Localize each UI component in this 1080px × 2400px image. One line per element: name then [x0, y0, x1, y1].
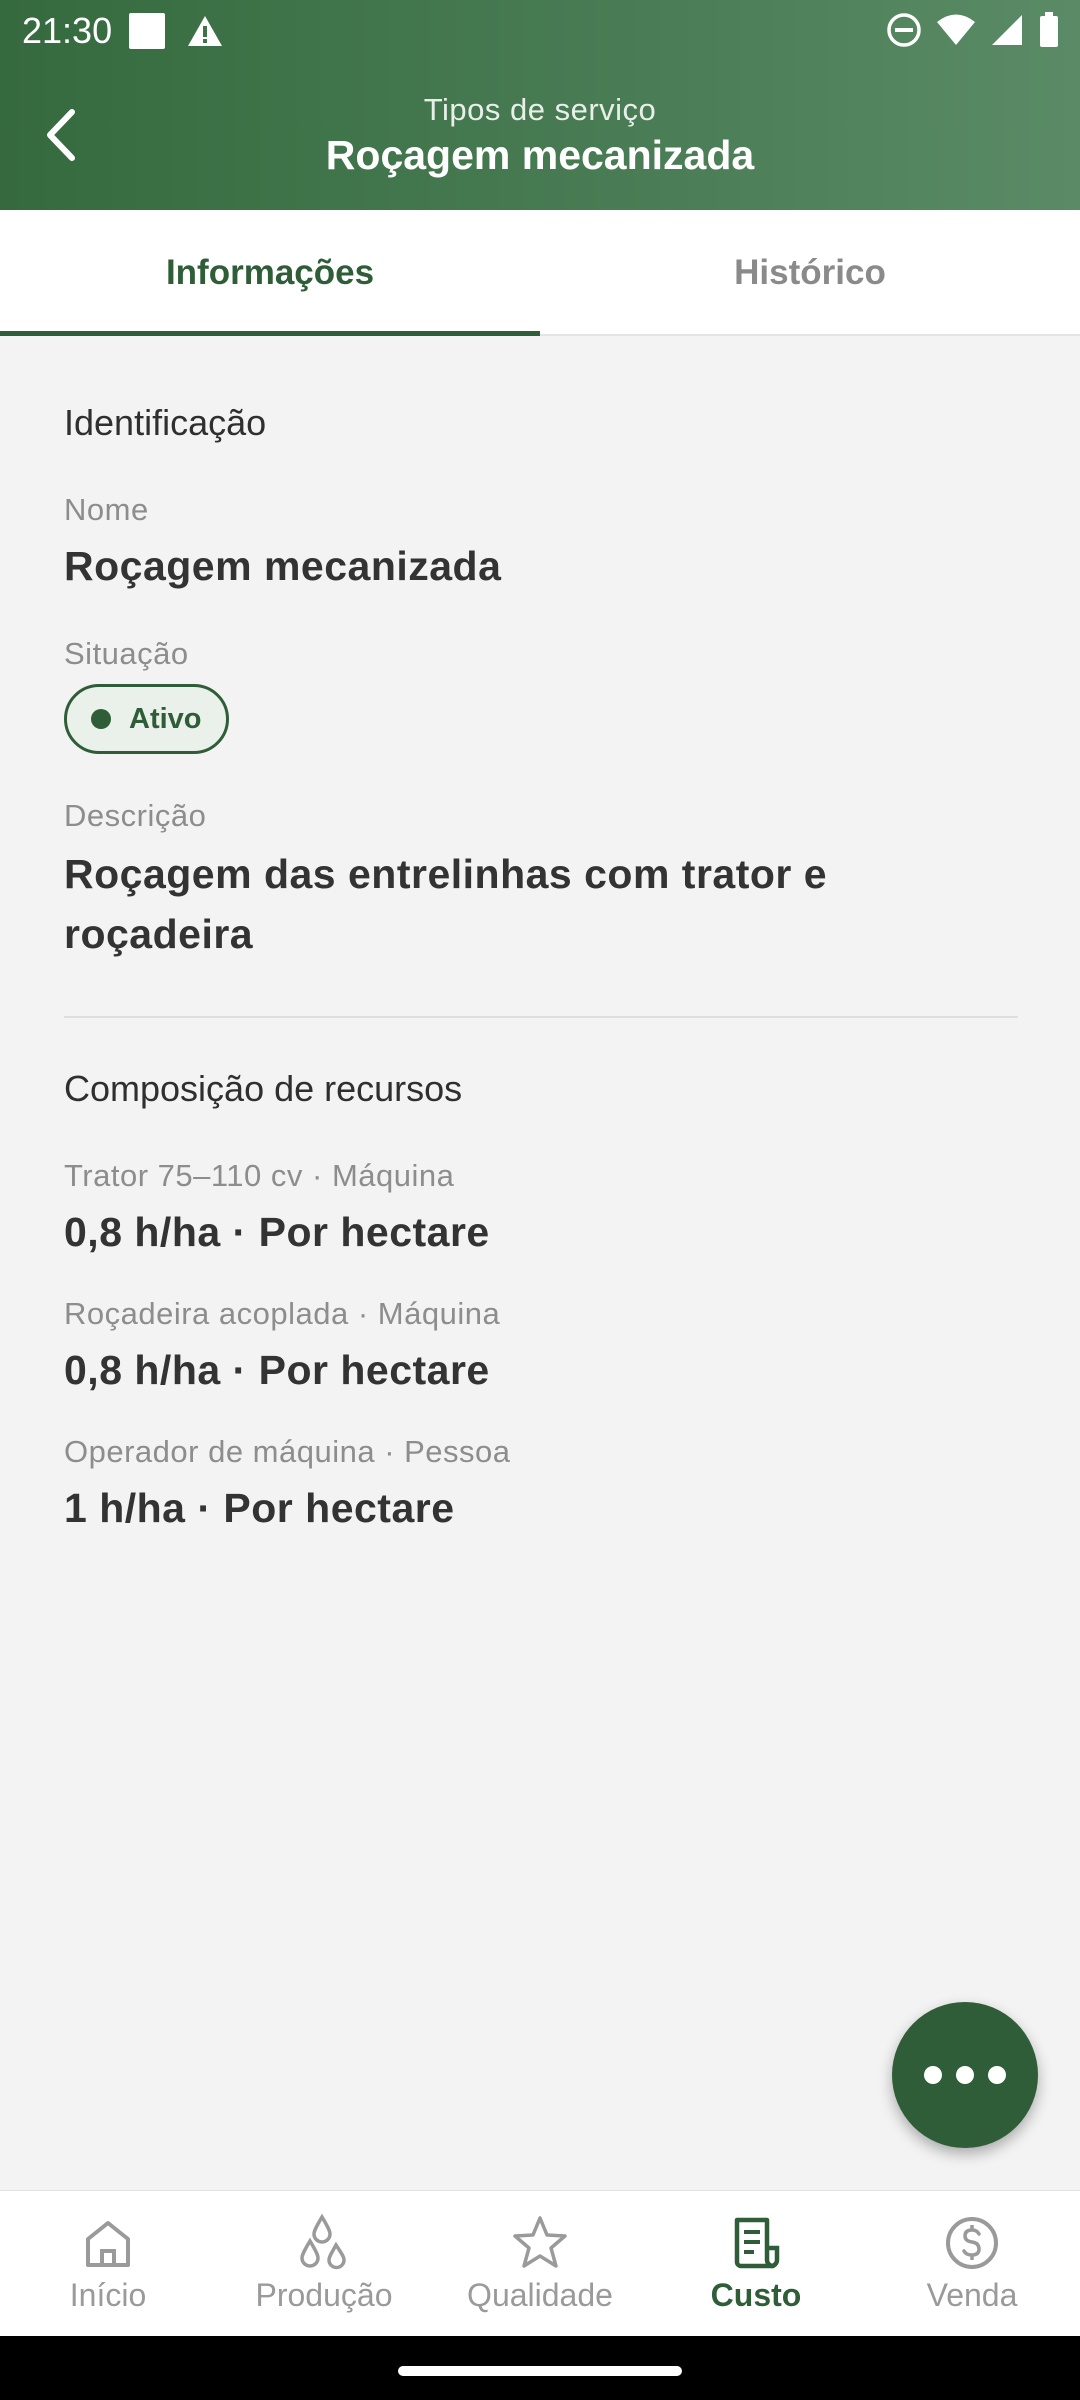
drops-icon: [294, 2211, 354, 2275]
resource-label: Operador de máquina · Pessoa: [64, 1434, 511, 1469]
section-divider: [64, 1016, 1018, 1018]
more-dots-icon: [988, 2066, 1006, 2084]
description-label: Descrição: [64, 798, 207, 833]
page-title: Roçagem mecanizada: [325, 132, 755, 178]
status-dot-icon: [91, 709, 111, 729]
status-time: 21:30: [22, 10, 113, 51]
wifi-icon: [936, 13, 976, 52]
nav-label: Custo: [710, 2277, 802, 2313]
resource-value: 1 h/ha · Por hectare: [64, 1485, 455, 1531]
more-dots-icon: [956, 2066, 974, 2084]
resource-label: Roçadeira acoplada · Máquina: [64, 1296, 501, 1331]
nav-label: Produção: [255, 2277, 393, 2313]
status-badge: Ativo: [64, 684, 229, 754]
system-gesture-bar: [0, 2336, 1080, 2400]
tab-historico[interactable]: Histórico: [540, 210, 1080, 336]
nav-item-qualidade[interactable]: Qualidade: [432, 2191, 648, 2337]
nav-item-producao[interactable]: Produção: [216, 2191, 432, 2337]
more-dots-icon: [924, 2066, 942, 2084]
nav-label: Início: [69, 2277, 147, 2313]
nav-item-custo[interactable]: Custo: [648, 2191, 864, 2337]
dollar-icon: [943, 2211, 1001, 2275]
identification-section-title: Identificação: [64, 402, 267, 443]
description-value: Roçagem das entrelinhas com trator e roç…: [64, 851, 828, 957]
details-content: Identificação Nome Roçagem mecanizada Si…: [64, 336, 1018, 1538]
home-icon: [80, 2211, 136, 2275]
name-label: Nome: [64, 492, 149, 527]
status-bar: 21:30: [0, 0, 1080, 64]
app-header: 21:30 Tipos de serviço Roçagem mecanizad…: [0, 0, 1080, 210]
nav-item-venda[interactable]: Venda: [864, 2191, 1080, 2337]
resources-section-title: Composição de recursos: [64, 1068, 463, 1109]
notification-square-icon: [129, 13, 165, 49]
battery-icon: [1038, 12, 1060, 53]
receipt-icon: [727, 2211, 785, 2275]
resource-value: 0,8 h/ha · Por hectare: [64, 1209, 490, 1255]
bottom-navigation: Início Produção Qualidade Custo Venda: [0, 2190, 1080, 2336]
warning-icon: [186, 14, 224, 53]
resource-value: 0,8 h/ha · Por hectare: [64, 1347, 490, 1393]
home-gesture-handle[interactable]: [398, 2366, 682, 2376]
do-not-disturb-icon: [886, 12, 922, 53]
resource-label: Trator 75–110 cv · Máquina: [64, 1158, 455, 1193]
signal-icon: [990, 13, 1024, 52]
more-actions-button[interactable]: [892, 2002, 1038, 2148]
tab-informacoes[interactable]: Informações: [0, 210, 540, 336]
status-badge-text: Ativo: [129, 702, 202, 735]
tab-bar: Informações Histórico: [0, 210, 1080, 336]
status-label: Situação: [64, 636, 189, 671]
nav-item-inicio[interactable]: Início: [0, 2191, 216, 2337]
header-subtitle: Tipos de serviço: [423, 92, 657, 127]
nav-label: Venda: [926, 2277, 1018, 2313]
star-icon: [510, 2211, 570, 2275]
name-value: Roçagem mecanizada: [64, 543, 502, 589]
nav-label: Qualidade: [467, 2277, 613, 2313]
